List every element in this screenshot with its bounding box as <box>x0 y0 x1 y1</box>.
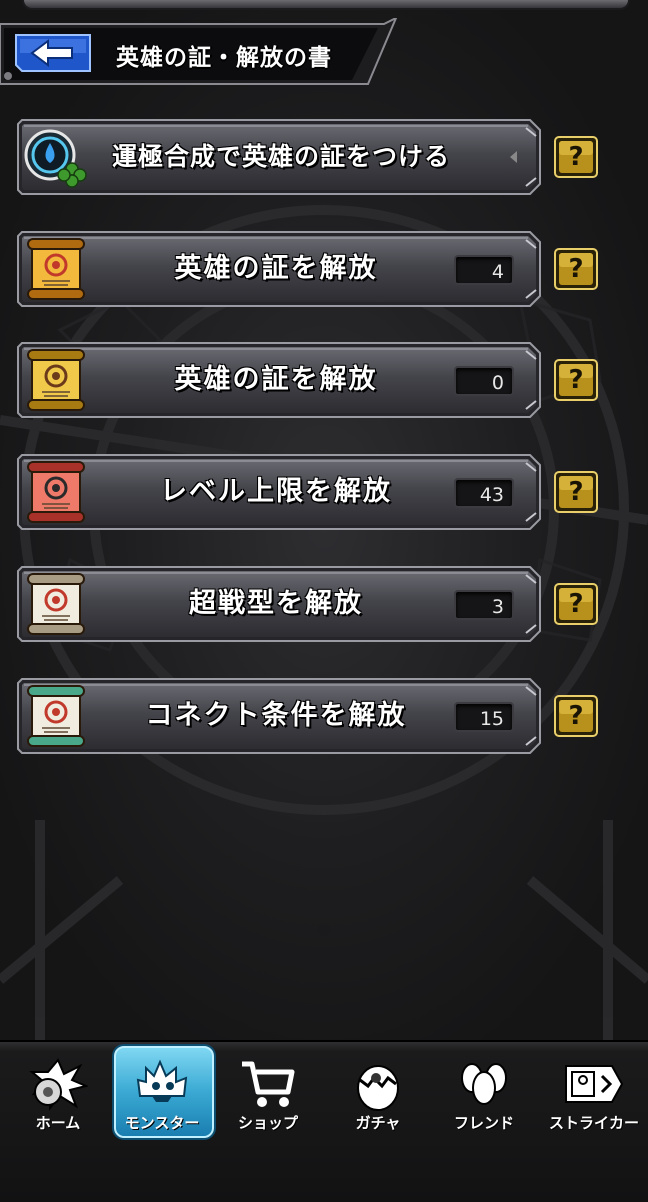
item-count: 43 <box>454 478 514 508</box>
egg-icon <box>357 1065 399 1111</box>
list-row[interactable]: 英雄の証を解放 0 <box>16 341 542 419</box>
page-header: 英雄の証・解放の書 <box>0 18 400 88</box>
item-count: 4 <box>454 255 514 285</box>
row-label: 超戦型を解放 <box>189 588 363 619</box>
green-scroll-icon <box>27 685 85 747</box>
row-label: レベル上限を解放 <box>160 476 392 507</box>
gold-scroll-icon <box>27 238 85 300</box>
luck-fusion-badge-icon <box>24 129 87 188</box>
help-label: ? <box>568 701 584 731</box>
list-row[interactable]: レベル上限を解放 43 <box>16 453 542 531</box>
row-label: 運極合成で英雄の証をつける <box>112 142 451 171</box>
item-count: 0 <box>454 366 514 396</box>
nav-label-friend: フレンド <box>453 1114 514 1132</box>
item-count: 3 <box>454 590 514 620</box>
nav-label-monster: モンスター <box>124 1114 200 1132</box>
red-scroll-icon <box>27 461 85 523</box>
list-row[interactable]: 超戦型を解放 3 <box>16 565 542 643</box>
bottom-navigation: ホーム モンスター ショップ ガチャ フレンド ストライカー <box>0 1040 648 1202</box>
help-label: ? <box>568 477 584 507</box>
gold-scroll-skull-icon <box>27 349 85 411</box>
help-label: ? <box>568 589 584 619</box>
help-label: ? <box>568 142 584 172</box>
nav-monster[interactable]: モンスター <box>112 1042 214 1146</box>
list-row[interactable]: 英雄の証を解放 4 <box>16 230 542 308</box>
help-button[interactable]: ? <box>554 136 598 178</box>
back-arrow-icon <box>15 34 91 72</box>
nav-label-striker: ストライカー <box>548 1114 639 1132</box>
back-button[interactable] <box>12 31 94 75</box>
nav-gacha[interactable]: ガチャ <box>328 1042 428 1146</box>
help-button[interactable]: ? <box>554 248 598 290</box>
nav-shop[interactable]: ショップ <box>218 1042 318 1146</box>
list-row[interactable]: 運極合成で英雄の証をつける <box>16 118 542 196</box>
row-label: 英雄の証を解放 <box>174 364 378 395</box>
nav-label-shop: ショップ <box>237 1114 298 1132</box>
small-arrow-icon <box>510 151 517 163</box>
top-frame-edge <box>22 0 630 10</box>
help-button[interactable]: ? <box>554 695 598 737</box>
help-label: ? <box>568 254 584 284</box>
help-button[interactable]: ? <box>554 359 598 401</box>
item-count: 15 <box>454 702 514 732</box>
help-button[interactable]: ? <box>554 471 598 513</box>
list-row[interactable]: コネクト条件を解放 15 <box>16 677 542 755</box>
row-label: コネクト条件を解放 <box>145 700 407 731</box>
help-label: ? <box>568 365 584 395</box>
nav-home[interactable]: ホーム <box>8 1042 108 1146</box>
nav-label-home: ホーム <box>35 1114 81 1132</box>
nav-label-gacha: ガチャ <box>355 1114 401 1132</box>
row-label: 英雄の証を解放 <box>174 253 378 284</box>
home-icon <box>29 1058 88 1111</box>
striker-card-icon <box>565 1065 624 1103</box>
monster-icon <box>136 1059 188 1102</box>
friends-icon <box>461 1063 507 1105</box>
help-button[interactable]: ? <box>554 583 598 625</box>
white-scroll-icon <box>27 573 85 635</box>
page-title: 英雄の証・解放の書 <box>116 45 332 71</box>
nav-striker[interactable]: ストライカー <box>544 1042 644 1146</box>
cart-icon <box>242 1061 295 1107</box>
nav-friend[interactable]: フレンド <box>434 1042 534 1146</box>
